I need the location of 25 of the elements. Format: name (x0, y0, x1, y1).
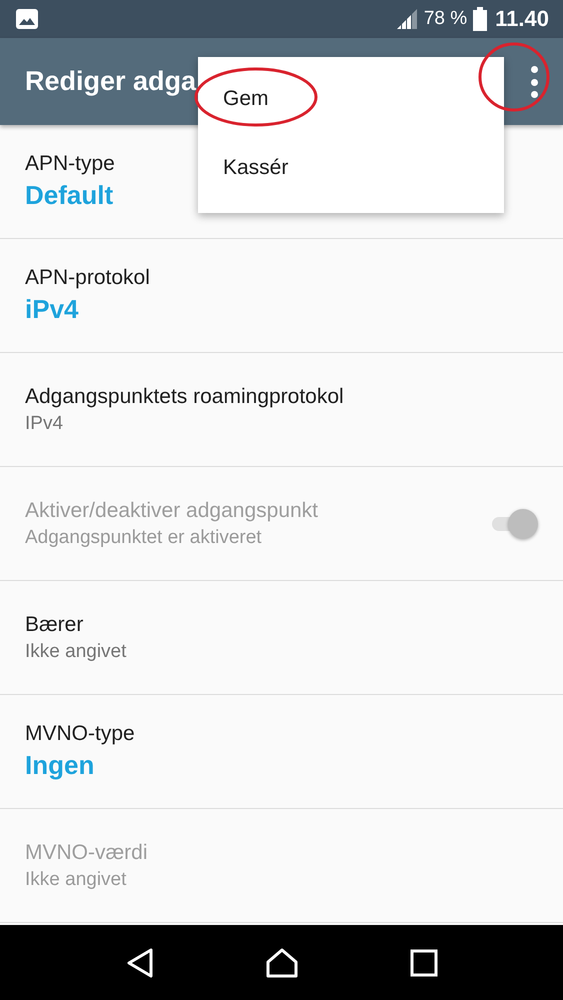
setting-value: IPv4 (25, 412, 64, 434)
setting-value: Ikke angivet (25, 640, 126, 662)
picture-icon (16, 9, 38, 29)
setting-title: MVNO-værdi (25, 840, 148, 864)
recent-apps-icon[interactable] (410, 948, 438, 976)
setting-value: Ingen (25, 750, 94, 781)
menu-item[interactable]: Gem (198, 65, 504, 134)
signal-icon (396, 9, 418, 29)
setting-title: MVNO-type (25, 722, 135, 746)
setting-title: APN-type (25, 152, 115, 176)
back-icon[interactable] (126, 948, 154, 978)
setting-value: iPv4 (25, 294, 78, 325)
battery-percentage: 78 % (424, 8, 468, 30)
battery-icon (473, 7, 488, 31)
setting-title: APN-protokol (25, 266, 150, 290)
clock: 11.40 (495, 6, 549, 32)
setting-title: Bærer (25, 612, 84, 636)
setting-value: Adgangspunktet er aktiveret (25, 526, 262, 548)
home-icon[interactable] (264, 948, 298, 978)
setting-value: Default (25, 180, 114, 211)
setting-value: Ikke angivet (25, 868, 126, 890)
setting-title: Adgangspunktets roamingprotokol (25, 384, 344, 408)
menu-item[interactable]: Kassér (198, 134, 504, 203)
setting-title: Aktiver/deaktiver adgangspunkt (25, 498, 318, 522)
screen-title: Rediger adga (25, 66, 196, 97)
